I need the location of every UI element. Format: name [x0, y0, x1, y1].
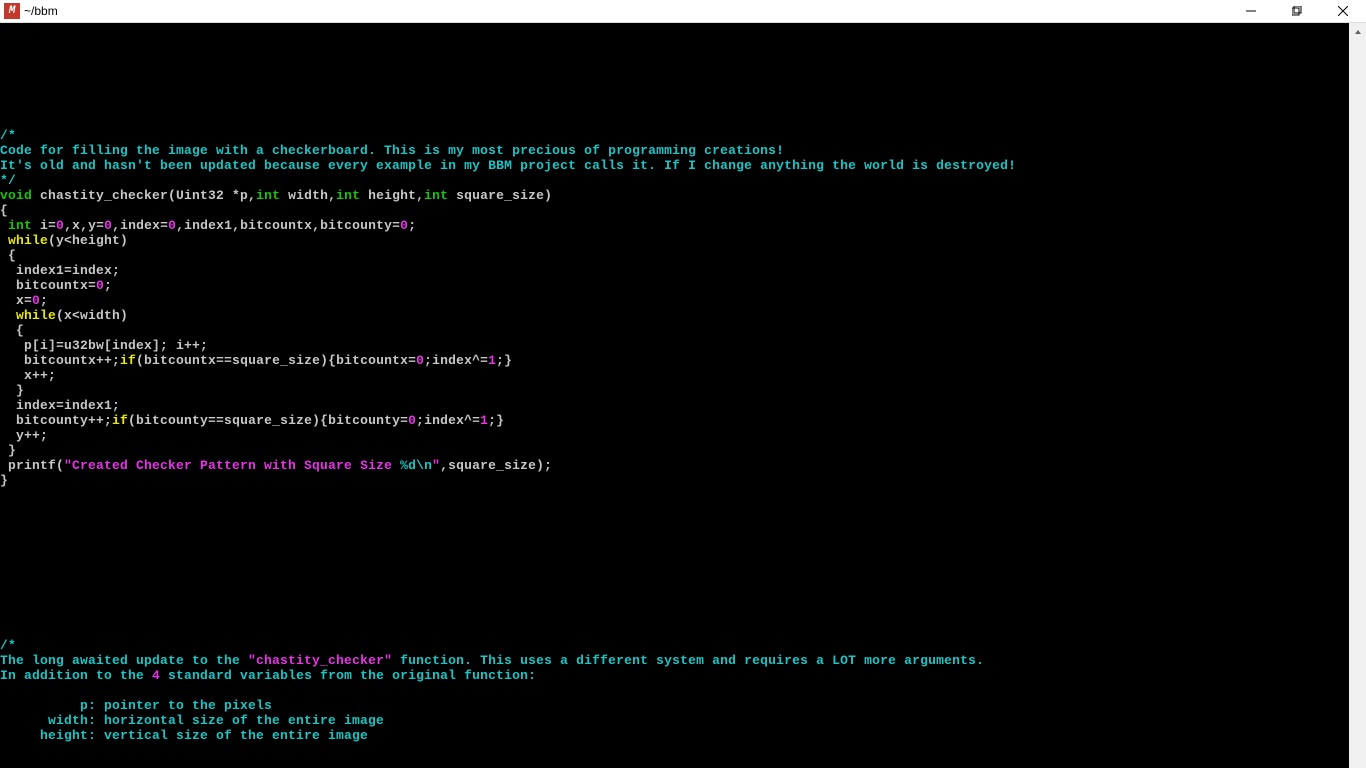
terminal-viewport[interactable]: /* Code for filling the image with a che…	[0, 23, 1366, 768]
app-icon: M	[4, 3, 20, 19]
scrollbar-track[interactable]	[1349, 40, 1366, 768]
window-frame: M ~/bbm /* Code for filling the image wi…	[0, 0, 1366, 768]
title-bar[interactable]: M ~/bbm	[0, 0, 1366, 23]
maximize-button[interactable]	[1274, 0, 1320, 22]
vertical-scrollbar[interactable]	[1349, 23, 1366, 768]
window-title: ~/bbm	[24, 4, 58, 18]
minimize-button[interactable]	[1228, 0, 1274, 22]
window-controls	[1228, 0, 1366, 22]
scroll-up-button[interactable]	[1349, 23, 1366, 40]
close-button[interactable]	[1320, 0, 1366, 22]
code-content: /* Code for filling the image with a che…	[0, 38, 1366, 743]
